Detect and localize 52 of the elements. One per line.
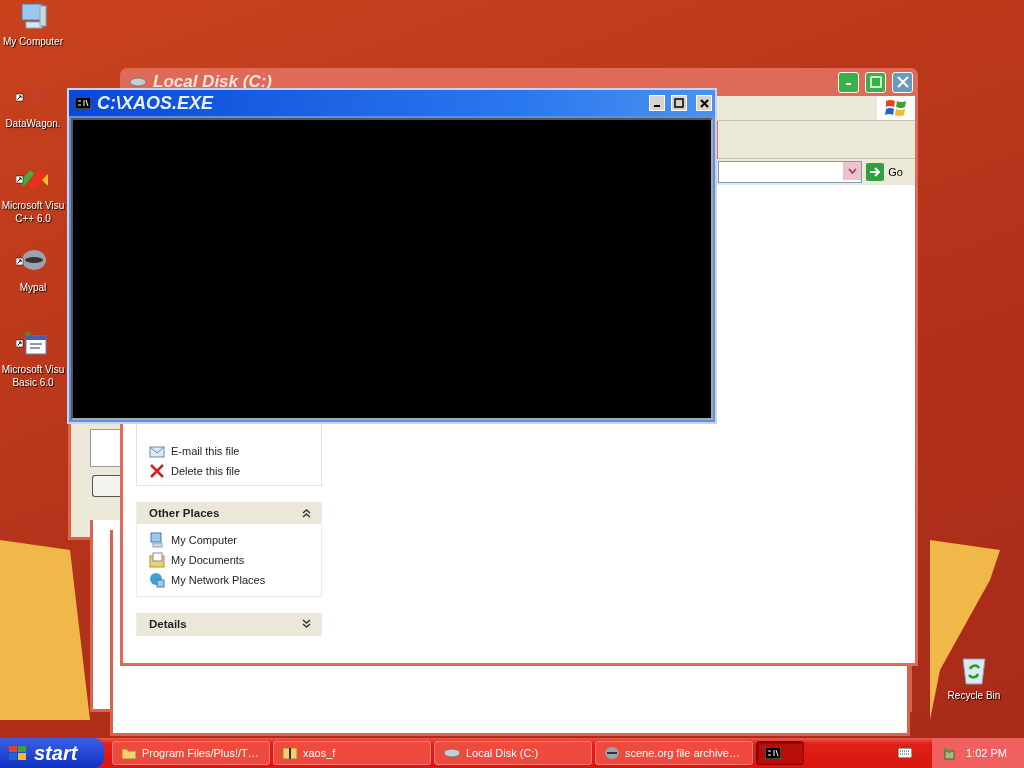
- maximize-icon: [674, 98, 684, 108]
- taskbar-button[interactable]: xaos_f: [273, 741, 431, 765]
- clock: 1:02 PM: [966, 747, 1007, 759]
- go-button[interactable]: Go: [866, 163, 911, 181]
- console-icon: [75, 97, 91, 109]
- folder-icon: [121, 746, 137, 760]
- close-icon: [699, 98, 709, 108]
- place-link[interactable]: My Network Places: [149, 572, 309, 588]
- folder-icon: [149, 552, 165, 568]
- maximize-icon: [869, 76, 882, 88]
- window-title: C:\XAOS.EXE: [97, 92, 215, 114]
- maximize-button[interactable]: [671, 95, 687, 111]
- dropdown-button[interactable]: [843, 162, 862, 180]
- desktop-icon-label[interactable]: Mypal: [19, 281, 47, 294]
- task-link[interactable]: E-mail this file: [149, 443, 309, 459]
- place-link[interactable]: My Documents: [149, 552, 309, 568]
- zip-folder-icon: [282, 746, 298, 760]
- collapse-icon: [302, 508, 311, 518]
- envelope-icon: [149, 444, 165, 458]
- expand-icon: [302, 619, 311, 629]
- close-icon: [896, 76, 909, 88]
- desktop-icon-label[interactable]: Recycle Bin: [947, 689, 1001, 702]
- drive-icon: [129, 77, 147, 87]
- desktop-icon-label[interactable]: My Computer: [3, 35, 63, 48]
- keyboard-icon[interactable]: [898, 748, 912, 758]
- task-link[interactable]: Delete this file: [149, 463, 309, 479]
- section-header[interactable]: Details: [137, 613, 321, 635]
- taskbar-button[interactable]: Local Disk (C:): [434, 741, 592, 765]
- windows-logo-icon: [8, 744, 28, 762]
- desktop-icon-label[interactable]: Microsoft Visu C++ 6.0: [0, 199, 66, 225]
- text-area: [90, 429, 120, 467]
- desktop-icon-label[interactable]: DataWagon.: [5, 117, 61, 130]
- close-button[interactable]: [696, 95, 712, 111]
- drive-icon: [443, 748, 461, 758]
- tray-icon[interactable]: [942, 746, 956, 760]
- start-button[interactable]: start: [0, 738, 104, 768]
- minimize-button[interactable]: [649, 95, 665, 111]
- delete-icon: [149, 464, 165, 478]
- console-icon: [765, 747, 781, 759]
- section-header[interactable]: Other Places: [137, 502, 321, 524]
- place-link[interactable]: My Computer: [149, 532, 309, 548]
- computer-icon: [149, 532, 165, 548]
- taskbar-button[interactable]: [756, 741, 804, 765]
- windows-logo-icon: [884, 98, 908, 118]
- desktop-icon-label[interactable]: Microsoft Visu Basic 6.0: [0, 363, 66, 389]
- caret-icon: [847, 168, 857, 174]
- taskbar-button[interactable]: scene.org file archive…: [595, 741, 753, 765]
- address-field[interactable]: [718, 161, 863, 183]
- recycle-bin-icon[interactable]: [959, 656, 989, 686]
- dialog-button[interactable]: [92, 475, 122, 497]
- taskbar-button[interactable]: Program Files/Plus!/T…: [112, 741, 270, 765]
- network-icon: [149, 572, 165, 588]
